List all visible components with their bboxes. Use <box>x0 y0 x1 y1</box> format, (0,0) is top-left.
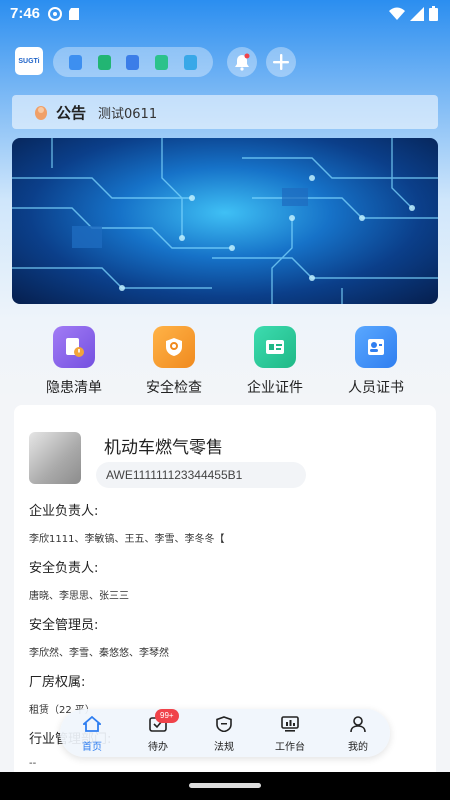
todo-count-badge: 99+ <box>155 709 179 723</box>
add-button[interactable] <box>266 47 296 77</box>
sd-card-icon <box>69 8 79 20</box>
tab-home[interactable]: 首页 <box>67 715 117 753</box>
signal-icon <box>410 6 424 21</box>
tab-regulations[interactable]: 法规 <box>199 716 249 753</box>
tab-label-regulations: 法规 <box>214 742 234 753</box>
company-name: 机动车燃气零售 <box>104 438 223 458</box>
menu-staff-certificate[interactable]: 人员证书 <box>326 326 426 397</box>
field-value-industry-dept: -- <box>29 758 37 769</box>
battery-icon <box>429 6 438 21</box>
field-label-safety-manager: 安全负责人: <box>29 561 99 576</box>
banner-image[interactable] <box>12 138 438 304</box>
scan-icon[interactable] <box>184 54 198 70</box>
home-icon <box>81 715 103 732</box>
tab-profile[interactable]: 我的 <box>333 716 383 753</box>
tab-label-todo: 待办 <box>148 742 168 753</box>
plus-icon <box>273 54 289 70</box>
status-time: 7:46 <box>10 5 41 22</box>
field-value-safety-admin: 李欣然、李雪、秦悠悠、李琴然 <box>29 648 169 659</box>
menu-label-safety-check: 安全检查 <box>146 380 202 396</box>
company-thumbnail <box>29 432 81 484</box>
system-nav-bar <box>0 772 450 800</box>
menu-label-staff-certificate: 人员证书 <box>348 380 404 396</box>
bell-icon <box>235 53 250 71</box>
enterprise-license-icon <box>254 326 296 368</box>
quick-actions-bar <box>53 47 213 77</box>
tab-workbench[interactable]: 工作台 <box>265 716 315 753</box>
law-shield-icon <box>216 716 232 733</box>
workbench-icon <box>281 716 299 732</box>
field-label-plant-ownership: 厂房权属: <box>29 675 86 690</box>
field-value-safety-manager: 唐晓、李思思、张三三 <box>29 591 129 602</box>
feature-menu: 隐患清单 安全检查 企业证件 人员证书 <box>0 326 450 398</box>
app-logo: SUGTi <box>15 47 43 75</box>
menu-hazard-list[interactable]: 隐患清单 <box>24 326 124 397</box>
hazard-list-icon <box>53 326 95 368</box>
tab-label-profile: 我的 <box>348 742 368 753</box>
list-icon[interactable] <box>155 54 169 70</box>
staff-certificate-icon <box>355 326 397 368</box>
field-label-legal-person: 企业负责人: <box>29 504 99 519</box>
announcement-bar[interactable]: 公告 测试0611 <box>12 95 438 129</box>
home-gesture-bar[interactable] <box>189 783 261 788</box>
menu-enterprise-license[interactable]: 企业证件 <box>225 326 325 397</box>
menu-safety-check[interactable]: 安全检查 <box>124 326 224 397</box>
notification-button[interactable] <box>227 47 257 77</box>
menu-label-hazard-list: 隐患清单 <box>46 380 102 396</box>
bottom-tab-bar: 首页 待办 法规 工作台 我的 <box>60 709 390 757</box>
announcement-text: 测试0611 <box>98 106 158 122</box>
announcement-title: 公告 <box>56 103 87 122</box>
folder-icon[interactable] <box>97 54 111 70</box>
circuit-board-image <box>12 138 438 304</box>
field-value-legal-person: 李欣1111、李敏镐、王五、李雪、李冬冬【 <box>29 534 225 545</box>
sync-icon <box>48 7 62 21</box>
tab-label-workbench: 工作台 <box>275 742 305 753</box>
user-icon <box>350 716 366 733</box>
app-logo-text: SUGTi <box>18 57 40 65</box>
status-bar: 7:46 <box>0 0 450 28</box>
shield-icon[interactable] <box>126 54 140 70</box>
tab-label-home: 首页 <box>82 742 102 753</box>
megaphone-icon <box>35 106 47 120</box>
wifi-icon <box>389 7 405 20</box>
safety-check-icon <box>153 326 195 368</box>
menu-label-enterprise-license: 企业证件 <box>247 380 303 396</box>
company-code: AWE111111123344455B1 <box>96 462 306 488</box>
field-label-safety-admin: 安全管理员: <box>29 618 99 633</box>
document-icon[interactable] <box>68 54 82 70</box>
